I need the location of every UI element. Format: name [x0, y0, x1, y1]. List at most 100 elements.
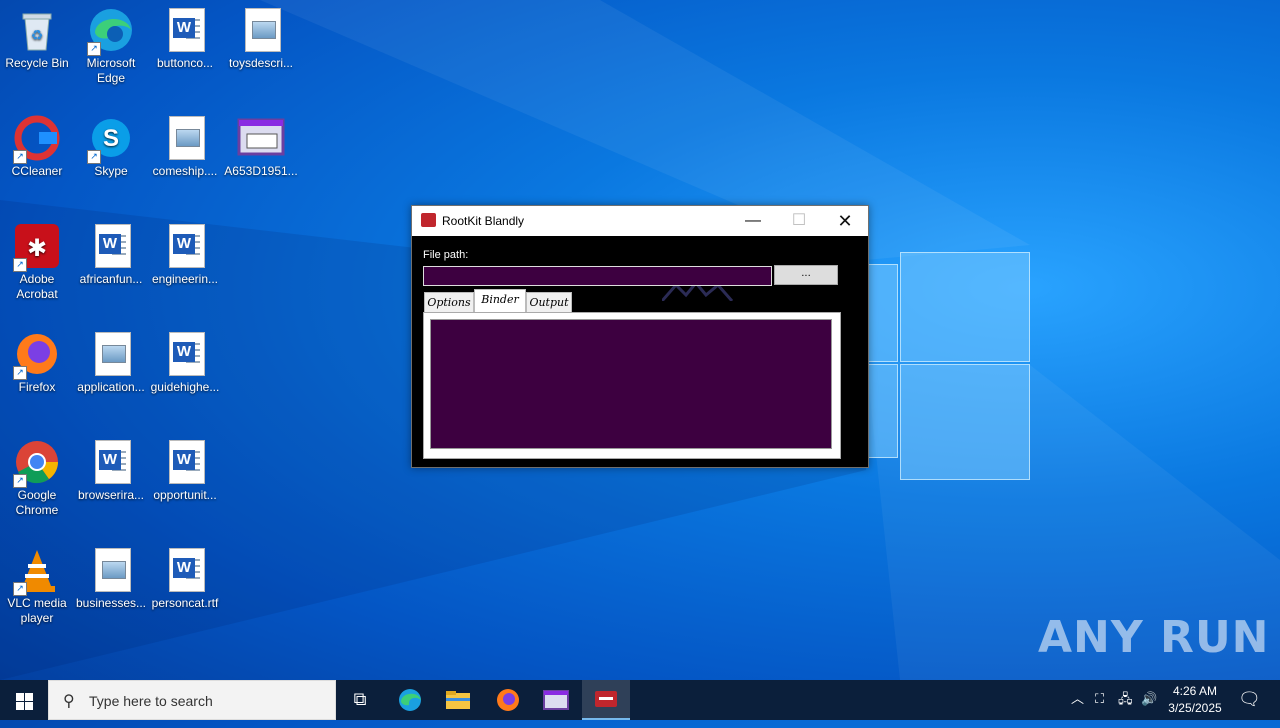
desktop-icon-firefox[interactable]: ↗ Firefox [0, 324, 74, 395]
desktop-icon-word-doc[interactable]: W browserira... [74, 432, 148, 503]
desktop-icon-word-doc[interactable]: W guidehighe... [148, 324, 222, 395]
desktop-icon-label: engineerin... [151, 272, 219, 286]
folder-icon [446, 691, 470, 709]
taskbar-installer-button[interactable] [532, 680, 580, 720]
image-document-icon [161, 114, 209, 162]
firefox-icon [497, 689, 519, 711]
desktop-icon-word-doc[interactable]: W buttonco... [148, 0, 222, 71]
maximize-button[interactable]: ☐ [776, 206, 822, 236]
desktop-icon-label: businesses... [75, 596, 147, 610]
taskbar-firefox-button[interactable] [484, 680, 532, 720]
desktop-icon-label: comeship.... [152, 164, 218, 178]
binder-file-list[interactable] [430, 319, 832, 449]
anyrun-watermark: ANY RUN [1038, 612, 1270, 663]
taskbar-search-box[interactable]: ⚲ Type here to search [48, 680, 336, 720]
desktop-icon-image-doc[interactable]: comeship.... [148, 108, 222, 179]
minimize-button[interactable]: — [730, 206, 776, 236]
desktop-icon-label: toysdescri... [228, 56, 294, 70]
desktop-icon-image-doc[interactable]: toysdescri... [224, 0, 298, 71]
search-icon: ⚲ [63, 691, 75, 710]
desktop-icon-word-doc[interactable]: W engineerin... [148, 216, 222, 287]
image-document-icon [237, 6, 285, 54]
task-view-button[interactable]: ⧉ [336, 680, 384, 720]
shortcut-arrow-icon: ↗ [13, 258, 27, 272]
windows-start-icon [16, 693, 24, 701]
firefox-icon: ↗ [13, 330, 61, 380]
shortcut-arrow-icon: ↗ [87, 42, 101, 56]
desktop-icon-label: personcat.rtf [151, 596, 219, 610]
svg-text:♻: ♻ [31, 27, 44, 43]
word-document-icon: W [161, 438, 209, 486]
close-button[interactable]: ✕ [822, 206, 868, 236]
desktop-icon-word-doc[interactable]: W personcat.rtf [148, 540, 222, 611]
file-path-input[interactable] [423, 266, 772, 286]
desktop-icon-label: Skype [94, 164, 128, 178]
taskbar: ⚲ Type here to search ⧉ ︿ ⛶ 🖧 🔊 4:26 AM … [0, 680, 1280, 720]
desktop-icon-label: application... [77, 380, 145, 394]
network-icon[interactable]: 🖧 [1118, 680, 1133, 720]
clock-date: 3/25/2025 [1168, 701, 1222, 715]
ccleaner-icon: ↗ [13, 114, 61, 164]
svg-text:S: S [103, 125, 119, 152]
taskbar-clock[interactable]: 4:26 AM 3/25/2025 [1160, 683, 1230, 717]
rootkit-app-icon [595, 691, 617, 707]
word-document-icon: W [87, 222, 135, 270]
desktop-icon-recycle-bin[interactable]: ♻ Recycle Bin [0, 0, 74, 71]
word-document-icon: W [161, 6, 209, 54]
window-titlebar[interactable]: RootKit Blandly — ☐ ✕ [412, 206, 868, 236]
desktop-icon-image-doc[interactable]: application... [74, 324, 148, 395]
taskbar-edge-button[interactable] [386, 680, 434, 720]
taskbar-rootkit-button[interactable] [582, 680, 630, 720]
desktop-icon-label: guidehighe... [150, 380, 220, 394]
desktop-icon-image-doc[interactable]: businesses... [74, 540, 148, 611]
shortcut-arrow-icon: ↗ [13, 366, 27, 380]
desktop-icon-vlc[interactable]: ↗ VLC media player [0, 540, 74, 626]
desktop-icon-label: Adobe Acrobat [16, 272, 58, 301]
rootkit-blandly-window[interactable]: RootKit Blandly — ☐ ✕ File path: ... Opt… [411, 205, 869, 468]
network-status-icon[interactable]: ⛶ [1095, 680, 1104, 720]
notification-center-icon[interactable]: 🗨 [1238, 680, 1261, 720]
tab-binder[interactable]: Binder [474, 289, 526, 312]
desktop-icon-label: VLC media player [7, 596, 67, 625]
start-button[interactable] [0, 680, 48, 720]
show-hidden-icons-chevron-icon[interactable]: ︿ [1071, 680, 1084, 720]
desktop-icon-label: browserira... [77, 488, 145, 502]
desktop-icon-word-doc[interactable]: W opportunit... [148, 432, 222, 503]
desktop-icon-word-doc[interactable]: W africanfun... [74, 216, 148, 287]
binder-tab-panel [423, 312, 841, 459]
installer-icon [543, 690, 569, 710]
task-view-icon: ⧉ [353, 689, 367, 710]
tab-options[interactable]: Options [424, 292, 474, 312]
tab-output[interactable]: Output [526, 292, 572, 312]
desktop-icon-label: opportunit... [153, 488, 217, 502]
recycle-bin-icon: ♻ [13, 6, 61, 54]
desktop-icon-label: buttonco... [156, 56, 214, 70]
svg-text:✱: ✱ [27, 235, 47, 262]
desktop-icon-ccleaner[interactable]: ↗ CCleaner [0, 108, 74, 179]
desktop-icon-executable[interactable]: A653D1951... [224, 108, 298, 179]
edge-icon [399, 689, 421, 711]
word-document-icon: W [161, 546, 209, 594]
shortcut-arrow-icon: ↗ [13, 150, 27, 164]
desktop-icon-adobe-acrobat[interactable]: ✱ ↗ Adobe Acrobat [0, 216, 74, 302]
word-document-icon: W [161, 330, 209, 378]
volume-icon[interactable]: 🔊 [1141, 680, 1157, 720]
shortcut-arrow-icon: ↗ [13, 474, 27, 488]
shortcut-arrow-icon: ↗ [87, 150, 101, 164]
desktop-icon-microsoft-edge[interactable]: ↗ Microsoft Edge [74, 0, 148, 86]
desktop-icon-label: Firefox [18, 380, 56, 394]
taskbar-file-explorer-button[interactable] [434, 680, 482, 720]
desktop-icon-label: A653D1951... [224, 164, 298, 178]
desktop-icon-label: Google Chrome [15, 488, 59, 517]
desktop-icon-skype[interactable]: S ↗ Skype [74, 108, 148, 179]
edge-icon: ↗ [87, 6, 135, 56]
search-placeholder: Type here to search [89, 693, 213, 709]
image-document-icon [87, 546, 135, 594]
installer-icon [237, 114, 285, 162]
browse-button[interactable]: ... [774, 265, 838, 285]
desktop-icon-label: africanfun... [79, 272, 143, 286]
app-icon [421, 213, 436, 227]
word-document-icon: W [161, 222, 209, 270]
desktop-icon-google-chrome[interactable]: ↗ Google Chrome [0, 432, 74, 518]
vlc-cone-icon: ↗ [13, 546, 61, 596]
